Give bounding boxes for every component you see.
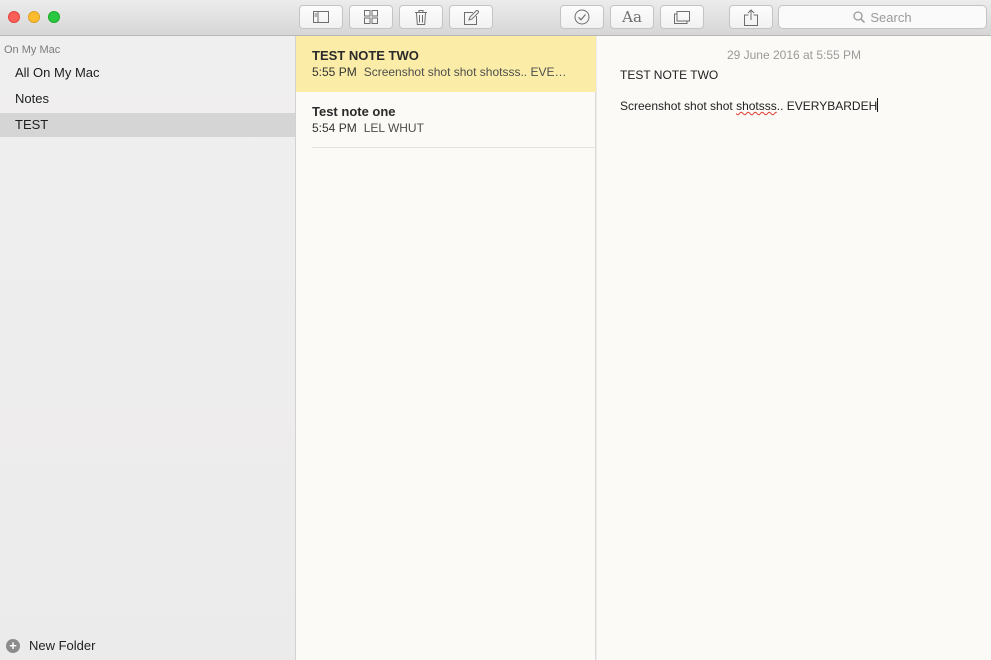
toggle-sidebar-button[interactable] [299,5,343,29]
note-preview: LEL WHUT [363,121,424,135]
attachments-browser-button[interactable] [660,5,704,29]
search-field[interactable]: Search [778,5,987,29]
zoom-window-button[interactable] [48,11,60,23]
editor-body-line[interactable]: Screenshot shot shot shotsss.. EVERYBARD… [620,98,879,113]
share-button[interactable] [729,5,773,29]
new-note-button[interactable] [449,5,493,29]
new-folder-button[interactable]: + New Folder [6,638,95,653]
body-text: Screenshot shot shot [620,99,737,113]
note-list-item[interactable]: Test note one 5:54 PM LEL WHUT [296,92,596,148]
new-folder-label: New Folder [29,638,96,653]
share-icon [744,8,758,26]
note-preview: Screenshot shot shot shotsss.. EVE… [363,65,567,79]
note-title: TEST NOTE TWO [312,48,419,63]
search-icon [853,11,866,23]
note-editor[interactable]: 29 June 2016 at 5:55 PM TEST NOTE TWO Sc… [597,36,991,660]
format-button[interactable]: Aa [610,5,654,29]
notes-list: TEST NOTE TWO 5:55 PM Screenshot shot sho… [296,36,596,660]
note-list-item[interactable]: TEST NOTE TWO 5:55 PM Screenshot shot sho… [296,36,596,92]
sidebar-item-notes[interactable]: Notes [0,87,295,111]
text-cursor [877,98,879,112]
sidebar-toggle-icon [313,11,329,23]
delete-note-button[interactable] [399,5,443,29]
search-placeholder: Search [870,9,912,25]
divider [312,147,596,148]
minimize-window-button[interactable] [28,11,40,23]
checkmark-circle-icon [574,9,590,25]
section-header-on-my-mac: On My Mac [4,44,61,56]
checklist-button[interactable] [560,5,604,29]
close-window-button[interactable] [8,11,20,23]
title-bar: Aa Search [0,0,991,36]
note-summary: 5:54 PM LEL WHUT [312,121,582,135]
trash-icon [415,9,427,25]
editor-title-line[interactable]: TEST NOTE TWO [620,68,718,82]
gallery-view-button[interactable] [349,5,393,29]
misspelled-word: shotsss [736,99,777,113]
plus-circle-icon: + [6,638,20,653]
body-text: .. EVERYBARDEH [776,99,878,113]
folders-sidebar: On My Mac All On My Mac Notes TEST + New… [0,36,296,660]
note-title: Test note one [312,104,396,119]
grid-view-icon [364,10,378,24]
font-format-icon: Aa [622,8,642,26]
note-date: 29 June 2016 at 5:55 PM [726,48,862,62]
attachments-browser-icon [674,10,690,24]
compose-icon [463,9,479,25]
sidebar-item-all-on-my-mac[interactable]: All On My Mac [0,61,295,85]
sidebar-item-test[interactable]: TEST [0,113,295,137]
note-time: 5:54 PM [312,121,357,135]
note-time: 5:55 PM [312,65,357,79]
note-summary: 5:55 PM Screenshot shot shot shotsss.. EV… [312,65,582,79]
